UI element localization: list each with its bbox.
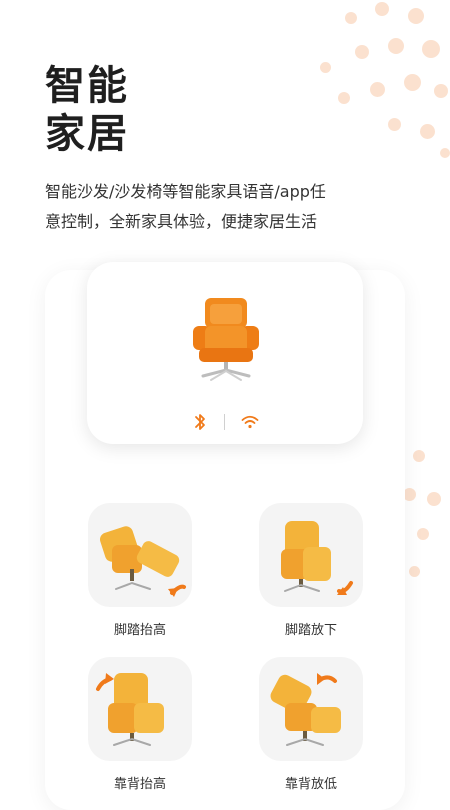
control-footrest-lower[interactable]: 脚踏放下 [259,503,363,638]
footrest-lower-button[interactable] [259,503,363,607]
decorative-dots-top [300,0,450,160]
headline-line-1: 智能 [45,63,129,109]
connection-status [87,412,363,432]
wifi-icon[interactable] [241,414,259,430]
footrest-raise-button[interactable] [88,503,192,607]
backrest-raise-icon [96,673,164,746]
description: 智能沙发/沙发椅等智能家具语音/app任 意控制，全新家具体验，便捷家居生活 [45,177,390,237]
control-label: 脚踏放下 [284,623,337,638]
description-line-2: 意控制，全新家具体验，便捷家居生活 [45,212,318,231]
connection-divider [224,414,225,430]
control-backrest-raise[interactable]: 靠背抬高 [88,657,192,792]
orange-recliner-chair-image [193,298,259,381]
control-backrest-lower[interactable]: 靠背放低 [259,657,363,792]
control-label: 脚踏抬高 [113,623,166,638]
bluetooth-icon[interactable] [193,412,207,432]
backrest-lower-icon [270,673,341,746]
headline-line-2: 家居 [45,111,129,157]
description-line-1: 智能沙发/沙发椅等智能家具语音/app任 [45,182,326,201]
headline: 智能 家居 [45,62,129,158]
footrest-raise-icon [100,526,186,597]
backrest-raise-button[interactable] [88,657,192,761]
control-label: 靠背放低 [284,777,337,792]
control-footrest-raise[interactable]: 脚踏抬高 [88,503,192,638]
control-label: 靠背抬高 [113,777,166,792]
footrest-lower-icon [281,521,353,595]
device-card[interactable] [87,262,363,444]
backrest-lower-button[interactable] [259,657,363,761]
